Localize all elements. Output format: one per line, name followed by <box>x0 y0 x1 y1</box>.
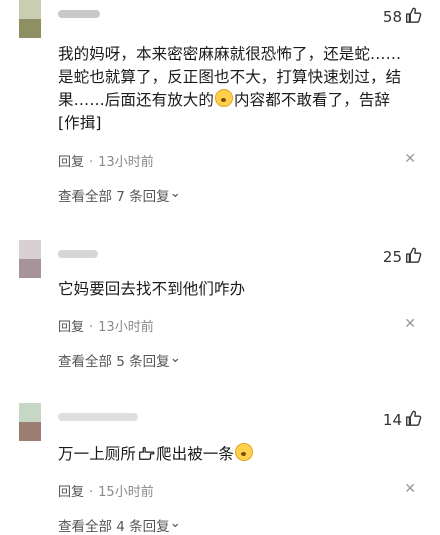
thumb-up-icon[interactable] <box>404 6 422 24</box>
scared-face-emoji-icon <box>215 89 234 107</box>
view-all-replies-link[interactable]: 查看全部 7 条回复⌄ <box>58 185 181 205</box>
like-count: 25 <box>382 248 402 266</box>
reply-button[interactable]: 回复 <box>58 485 84 500</box>
reply-button[interactable]: 回复 <box>58 155 84 170</box>
avatar[interactable] <box>19 240 41 278</box>
avatar[interactable] <box>19 0 41 38</box>
timestamp: 13小时前 <box>98 320 154 335</box>
username-blurred[interactable] <box>58 413 138 421</box>
comment-3: 14 万一上厕所 爬出被一条 回复 · 15小时前 ✕ 查看全部 4 条回复⌄ <box>0 403 440 535</box>
like-count: 58 <box>382 8 402 26</box>
like-count: 14 <box>382 411 402 429</box>
comment-text: 我的妈呀，本来密密麻麻就很恐怖了，还是蛇……是蛇也就算了，反正图也不大，打算快速… <box>58 45 402 132</box>
comment-meta: 回复 · 13小时前 <box>58 155 154 170</box>
avatar[interactable] <box>19 403 41 441</box>
username-blurred[interactable] <box>58 250 98 258</box>
thumb-up-icon[interactable] <box>404 246 422 264</box>
timestamp: 13小时前 <box>98 155 154 170</box>
close-icon[interactable]: ✕ <box>404 481 416 497</box>
scared-face-emoji-icon <box>235 443 254 461</box>
comment-1: 58 我的妈呀，本来密密麻麻就很恐怖了，还是蛇……是蛇也就算了，反正图也不大，打… <box>0 0 440 210</box>
comment-text: 万一上厕所 爬出被一条 <box>58 443 404 466</box>
close-icon[interactable]: ✕ <box>404 316 416 332</box>
view-all-replies-link[interactable]: 查看全部 5 条回复⌄ <box>58 350 181 370</box>
username-blurred[interactable] <box>58 10 100 18</box>
chevron-down-icon: ⌄ <box>169 185 181 201</box>
view-all-replies-link[interactable]: 查看全部 4 条回复⌄ <box>58 515 181 535</box>
chevron-down-icon: ⌄ <box>169 515 181 531</box>
timestamp: 15小时前 <box>98 485 154 500</box>
comment-text: 它妈要回去找不到他们咋办 <box>58 280 246 298</box>
pointing-hand-icon <box>139 446 155 460</box>
comment-meta: 回复 · 13小时前 <box>58 320 154 335</box>
comment-2: 25 它妈要回去找不到他们咋办 回复 · 13小时前 ✕ 查看全部 5 条回复⌄ <box>0 240 440 372</box>
thumb-up-icon[interactable] <box>404 409 422 427</box>
chevron-down-icon: ⌄ <box>169 350 181 366</box>
comment-meta: 回复 · 15小时前 <box>58 485 154 500</box>
close-icon[interactable]: ✕ <box>404 151 416 167</box>
reply-button[interactable]: 回复 <box>58 320 84 335</box>
